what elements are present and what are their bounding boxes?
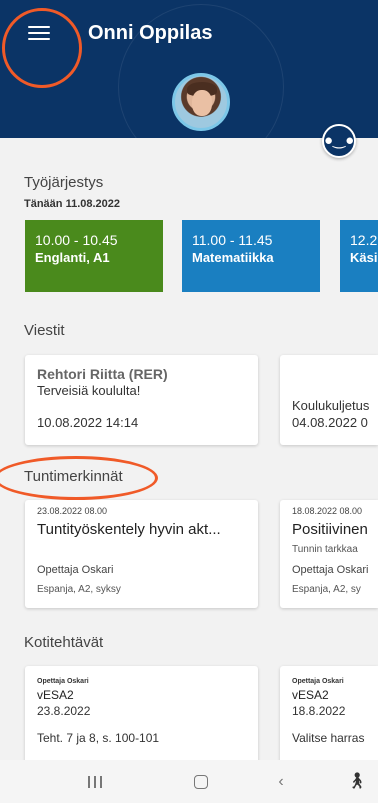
lesson-subject: Matematiikka bbox=[192, 250, 274, 265]
marks-section-title: Tuntimerkinnät bbox=[24, 468, 123, 485]
message-subject: Terveisiä koululta! bbox=[37, 383, 141, 398]
homework-date: 23.8.2022 bbox=[37, 704, 91, 718]
recent-apps-icon[interactable] bbox=[80, 770, 110, 794]
mark-text: Tuntityöskentely hyvin akt... bbox=[37, 521, 221, 538]
timetable-lesson[interactable]: 10.00 - 10.45 Englanti, A1 bbox=[25, 220, 163, 292]
lesson-time: 10.00 - 10.45 bbox=[35, 232, 118, 248]
message-card[interactable]: Koulukuljetus 04.08.2022 0 bbox=[280, 355, 378, 445]
timetable-section-title: Työjärjestys bbox=[24, 174, 104, 191]
accessibility-icon[interactable]: 🚶︎ bbox=[342, 770, 372, 794]
mark-description: Tunnin tarkkaa bbox=[292, 544, 358, 555]
lesson-time: 11.00 - 11.45 bbox=[192, 232, 273, 248]
homework-card[interactable]: Opettaja Oskari vESA2 18.8.2022 Valitse … bbox=[280, 666, 378, 766]
timetable-lesson[interactable]: 11.00 - 11.45 Matematiikka bbox=[182, 220, 320, 292]
lesson-subject: Käsi bbox=[350, 250, 378, 265]
timetable-date: Tänään 11.08.2022 bbox=[24, 198, 121, 210]
homework-section-title: Kotitehtävät bbox=[24, 634, 104, 651]
lesson-subject: Englanti, A1 bbox=[35, 250, 110, 265]
message-card[interactable]: Rehtori Riitta (RER) Terveisiä koululta!… bbox=[25, 355, 258, 445]
mark-teacher: Opettaja Oskari bbox=[292, 564, 369, 576]
mark-card[interactable]: 23.08.2022 08.00 Tuntityöskentely hyvin … bbox=[25, 500, 258, 608]
homework-course: vESA2 bbox=[292, 688, 329, 702]
homework-date: 18.8.2022 bbox=[292, 704, 346, 718]
lesson-time: 12.2 bbox=[350, 232, 378, 248]
message-date: 04.08.2022 0 bbox=[292, 415, 368, 430]
hamburger-menu-icon[interactable] bbox=[26, 22, 52, 46]
homework-task: Teht. 7 ja 8, s. 100-101 bbox=[37, 731, 160, 745]
homework-card[interactable]: Opettaja Oskari vESA2 23.8.2022 Teht. 7 … bbox=[25, 666, 258, 766]
emoji-feedback-button[interactable]: ●‿● bbox=[322, 124, 356, 158]
back-icon[interactable]: ‹ bbox=[266, 770, 296, 794]
mark-teacher: Opettaja Oskari bbox=[37, 564, 114, 576]
timetable-lesson[interactable]: 12.2 Käsi bbox=[340, 220, 378, 292]
messages-section-title: Viestit bbox=[24, 322, 65, 339]
avatar[interactable] bbox=[172, 73, 230, 131]
mark-date: 23.08.2022 08.00 bbox=[37, 506, 108, 516]
home-icon[interactable] bbox=[186, 770, 216, 794]
mark-text: Positiivinen bbox=[292, 521, 368, 538]
homework-task: Valitse harras bbox=[292, 731, 365, 745]
message-sender: Rehtori Riitta (RER) bbox=[37, 366, 168, 382]
homework-teacher: Opettaja Oskari bbox=[37, 678, 89, 685]
homework-teacher: Opettaja Oskari bbox=[292, 678, 344, 685]
user-name-title: Onni Oppilas bbox=[88, 22, 213, 44]
mark-course: Espanja, A2, syksy bbox=[37, 584, 121, 595]
mark-date: 18.08.2022 08.00 bbox=[292, 506, 363, 516]
mark-card[interactable]: 18.08.2022 08.00 Positiivinen Tunnin tar… bbox=[280, 500, 378, 608]
mark-course: Espanja, A2, sy bbox=[292, 584, 361, 595]
system-navigation-bar: ‹ 🚶︎ bbox=[0, 760, 378, 803]
message-subject: Koulukuljetus bbox=[292, 398, 370, 413]
app-header: Onni Oppilas bbox=[0, 0, 378, 138]
homework-course: vESA2 bbox=[37, 688, 74, 702]
message-date: 10.08.2022 14:14 bbox=[37, 415, 139, 430]
